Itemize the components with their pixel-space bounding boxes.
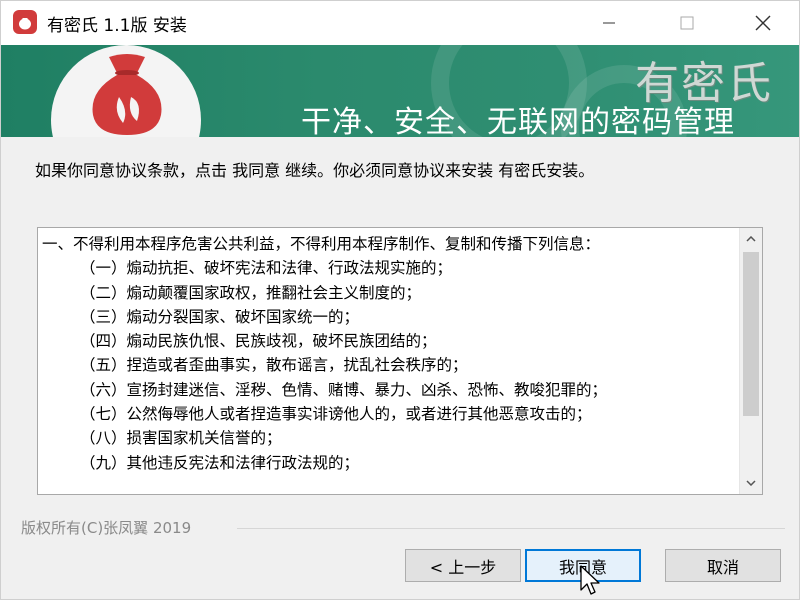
license-item: （六）宣扬封建迷信、淫秽、色情、赌博、暴力、凶杀、恐怖、教唆犯罪的； bbox=[80, 380, 608, 399]
chevron-down-icon bbox=[746, 480, 756, 486]
license-item: （三）煽动分裂国家、破坏国家统一的； bbox=[80, 307, 360, 326]
license-textbox[interactable]: 一、不得利用本程序危害公共利益，不得利用本程序制作、复制和传播下列信息： （一）… bbox=[37, 227, 763, 495]
minimize-icon bbox=[603, 22, 615, 24]
cancel-button[interactable]: 取消 bbox=[665, 549, 781, 582]
close-button[interactable] bbox=[735, 1, 791, 45]
maximize-icon bbox=[680, 16, 694, 30]
close-icon bbox=[755, 15, 771, 31]
vertical-scrollbar[interactable] bbox=[739, 228, 762, 494]
license-item: （二）煽动颠覆国家政权，推翻社会主义制度的； bbox=[80, 283, 422, 302]
scroll-thumb[interactable] bbox=[743, 252, 759, 416]
copyright-text: 版权所有(C)张凤翼 2019 bbox=[21, 519, 192, 537]
footer-divider bbox=[237, 528, 785, 529]
instruction-text: 如果你同意协议条款，点击 我同意 继续。你必须同意协议来安装 有密氏安装。 bbox=[35, 161, 595, 180]
header-banner: 有密氏 干净、安全、无联网的密码管理 bbox=[1, 45, 799, 137]
license-paragraph: 一、不得利用本程序危害公共利益，不得利用本程序制作、复制和传播下列信息： bbox=[42, 235, 601, 253]
license-item: （七）公然侮辱他人或者捏造事实诽谤他人的，或者进行其他恶意攻击的； bbox=[80, 405, 592, 424]
money-bag-logo-icon bbox=[92, 54, 162, 135]
title-bar: 有密氏 1.1版 安装 bbox=[1, 1, 799, 45]
mouse-pointer-icon bbox=[580, 565, 600, 595]
back-button[interactable]: < 上一步 bbox=[405, 549, 521, 582]
license-content: 一、不得利用本程序危害公共利益，不得利用本程序制作、复制和传播下列信息： （一）… bbox=[42, 232, 734, 475]
minimize-button[interactable] bbox=[581, 1, 637, 45]
license-item: （一）煽动抗拒、破坏宪法和法律、行政法规实施的； bbox=[80, 259, 453, 278]
license-item: （九）其他违反宪法和法律行政法规的； bbox=[80, 453, 360, 472]
app-icon bbox=[13, 10, 37, 34]
license-item: （四）煽动民族仇恨、民族歧视，破坏民族团结的； bbox=[80, 332, 437, 351]
maximize-button[interactable] bbox=[659, 1, 715, 45]
license-item: （五）捏造或者歪曲事实，散布谣言，扰乱社会秩序的； bbox=[80, 356, 468, 375]
window-title: 有密氏 1.1版 安装 bbox=[47, 16, 187, 36]
scroll-up-button[interactable] bbox=[740, 228, 762, 250]
license-item: （八）损害国家机关信誉的； bbox=[80, 429, 282, 448]
installer-window: 有密氏 1.1版 安装 有密氏 干净、安全、无联网的密码管理 如果你同意协议条款… bbox=[0, 0, 800, 600]
scroll-down-button[interactable] bbox=[740, 472, 762, 494]
chevron-up-icon bbox=[746, 236, 756, 242]
slogan: 干净、安全、无联网的密码管理 bbox=[301, 105, 735, 137]
